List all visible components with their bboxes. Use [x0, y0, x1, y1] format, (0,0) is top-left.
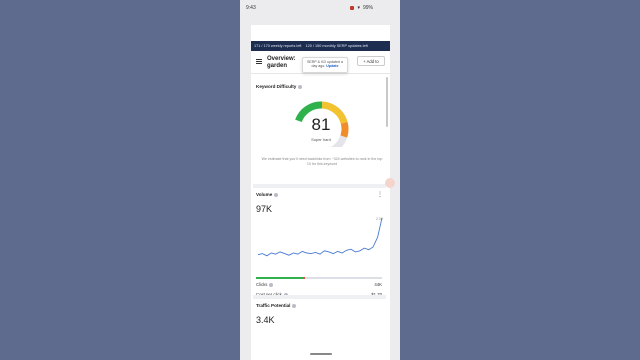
- phone-frame: 9:43 ▾ 99% 171 / 170 weekly reports left…: [240, 0, 400, 360]
- clicks-row: Clicks 44K: [256, 282, 382, 287]
- scrollbar[interactable]: [386, 77, 388, 127]
- kd-label: Keyword Difficulty: [256, 84, 297, 89]
- volume-value: 97K: [256, 204, 273, 214]
- floating-action-button[interactable]: [385, 178, 395, 188]
- traffic-potential-card: Traffic Potential 3.4K: [253, 295, 386, 349]
- page-title: Overview: garden: [267, 56, 296, 69]
- overview-header: Overview: garden Show SE SERP & KD updat…: [251, 51, 390, 74]
- info-icon[interactable]: [298, 84, 303, 89]
- clicks-label: Clicks: [256, 282, 268, 287]
- notification-icon: [350, 6, 355, 10]
- kd-backlinks-note: We estimate that you'll need backlinks f…: [261, 157, 383, 166]
- clicks-split-bar: [256, 277, 382, 279]
- info-icon[interactable]: [274, 192, 279, 197]
- left-background: [0, 0, 240, 360]
- info-icon[interactable]: [269, 282, 274, 287]
- status-time: 9:43: [246, 5, 256, 11]
- gauge-segment-high: [340, 121, 349, 138]
- traffic-potential-label: Traffic Potential: [256, 303, 291, 308]
- banner-weekly-reports: 171 / 170 weekly reports left: [254, 44, 302, 48]
- app-screen: 171 / 170 weekly reports left 120 / 150 …: [251, 25, 390, 360]
- hamburger-menu-icon[interactable]: [256, 59, 262, 65]
- volume-card: Volume ⋮ 97K 2.0K Clicks 44K Cost per cl…: [253, 184, 386, 307]
- usage-banner: 171 / 170 weekly reports left 120 / 150 …: [251, 41, 390, 51]
- kd-score: 81: [311, 115, 331, 134]
- more-options-icon[interactable]: ⋮: [377, 191, 383, 198]
- volume-label: Volume: [256, 192, 273, 197]
- trend-line: [257, 217, 383, 257]
- volume-trend-chart: 2.0K: [257, 217, 384, 257]
- organic-clicks-fill: [256, 277, 303, 279]
- wifi-icon: ▾: [357, 5, 360, 11]
- keyword-difficulty-card: Keyword Difficulty 81 Super hard We esti…: [253, 77, 386, 179]
- add-to-button[interactable]: + Add to: [357, 56, 385, 66]
- home-indicator[interactable]: [310, 353, 332, 355]
- serp-update-tooltip: SERP & KD updated a day ago. Update: [302, 57, 348, 73]
- paid-clicks-fill: [302, 277, 306, 279]
- banner-monthly-updates: 120 / 150 monthly SERP updates left: [305, 44, 368, 48]
- right-background: [400, 0, 640, 360]
- chart-max-label: 2.0K: [376, 217, 384, 221]
- status-bar: 9:43 ▾ 99%: [240, 2, 379, 14]
- info-icon[interactable]: [292, 303, 297, 308]
- update-link[interactable]: Update: [326, 64, 338, 68]
- traffic-potential-value: 3.4K: [256, 315, 275, 325]
- battery-level: 99%: [362, 5, 373, 11]
- clicks-value: 44K: [374, 282, 382, 287]
- kd-rating: Super hard: [311, 137, 331, 142]
